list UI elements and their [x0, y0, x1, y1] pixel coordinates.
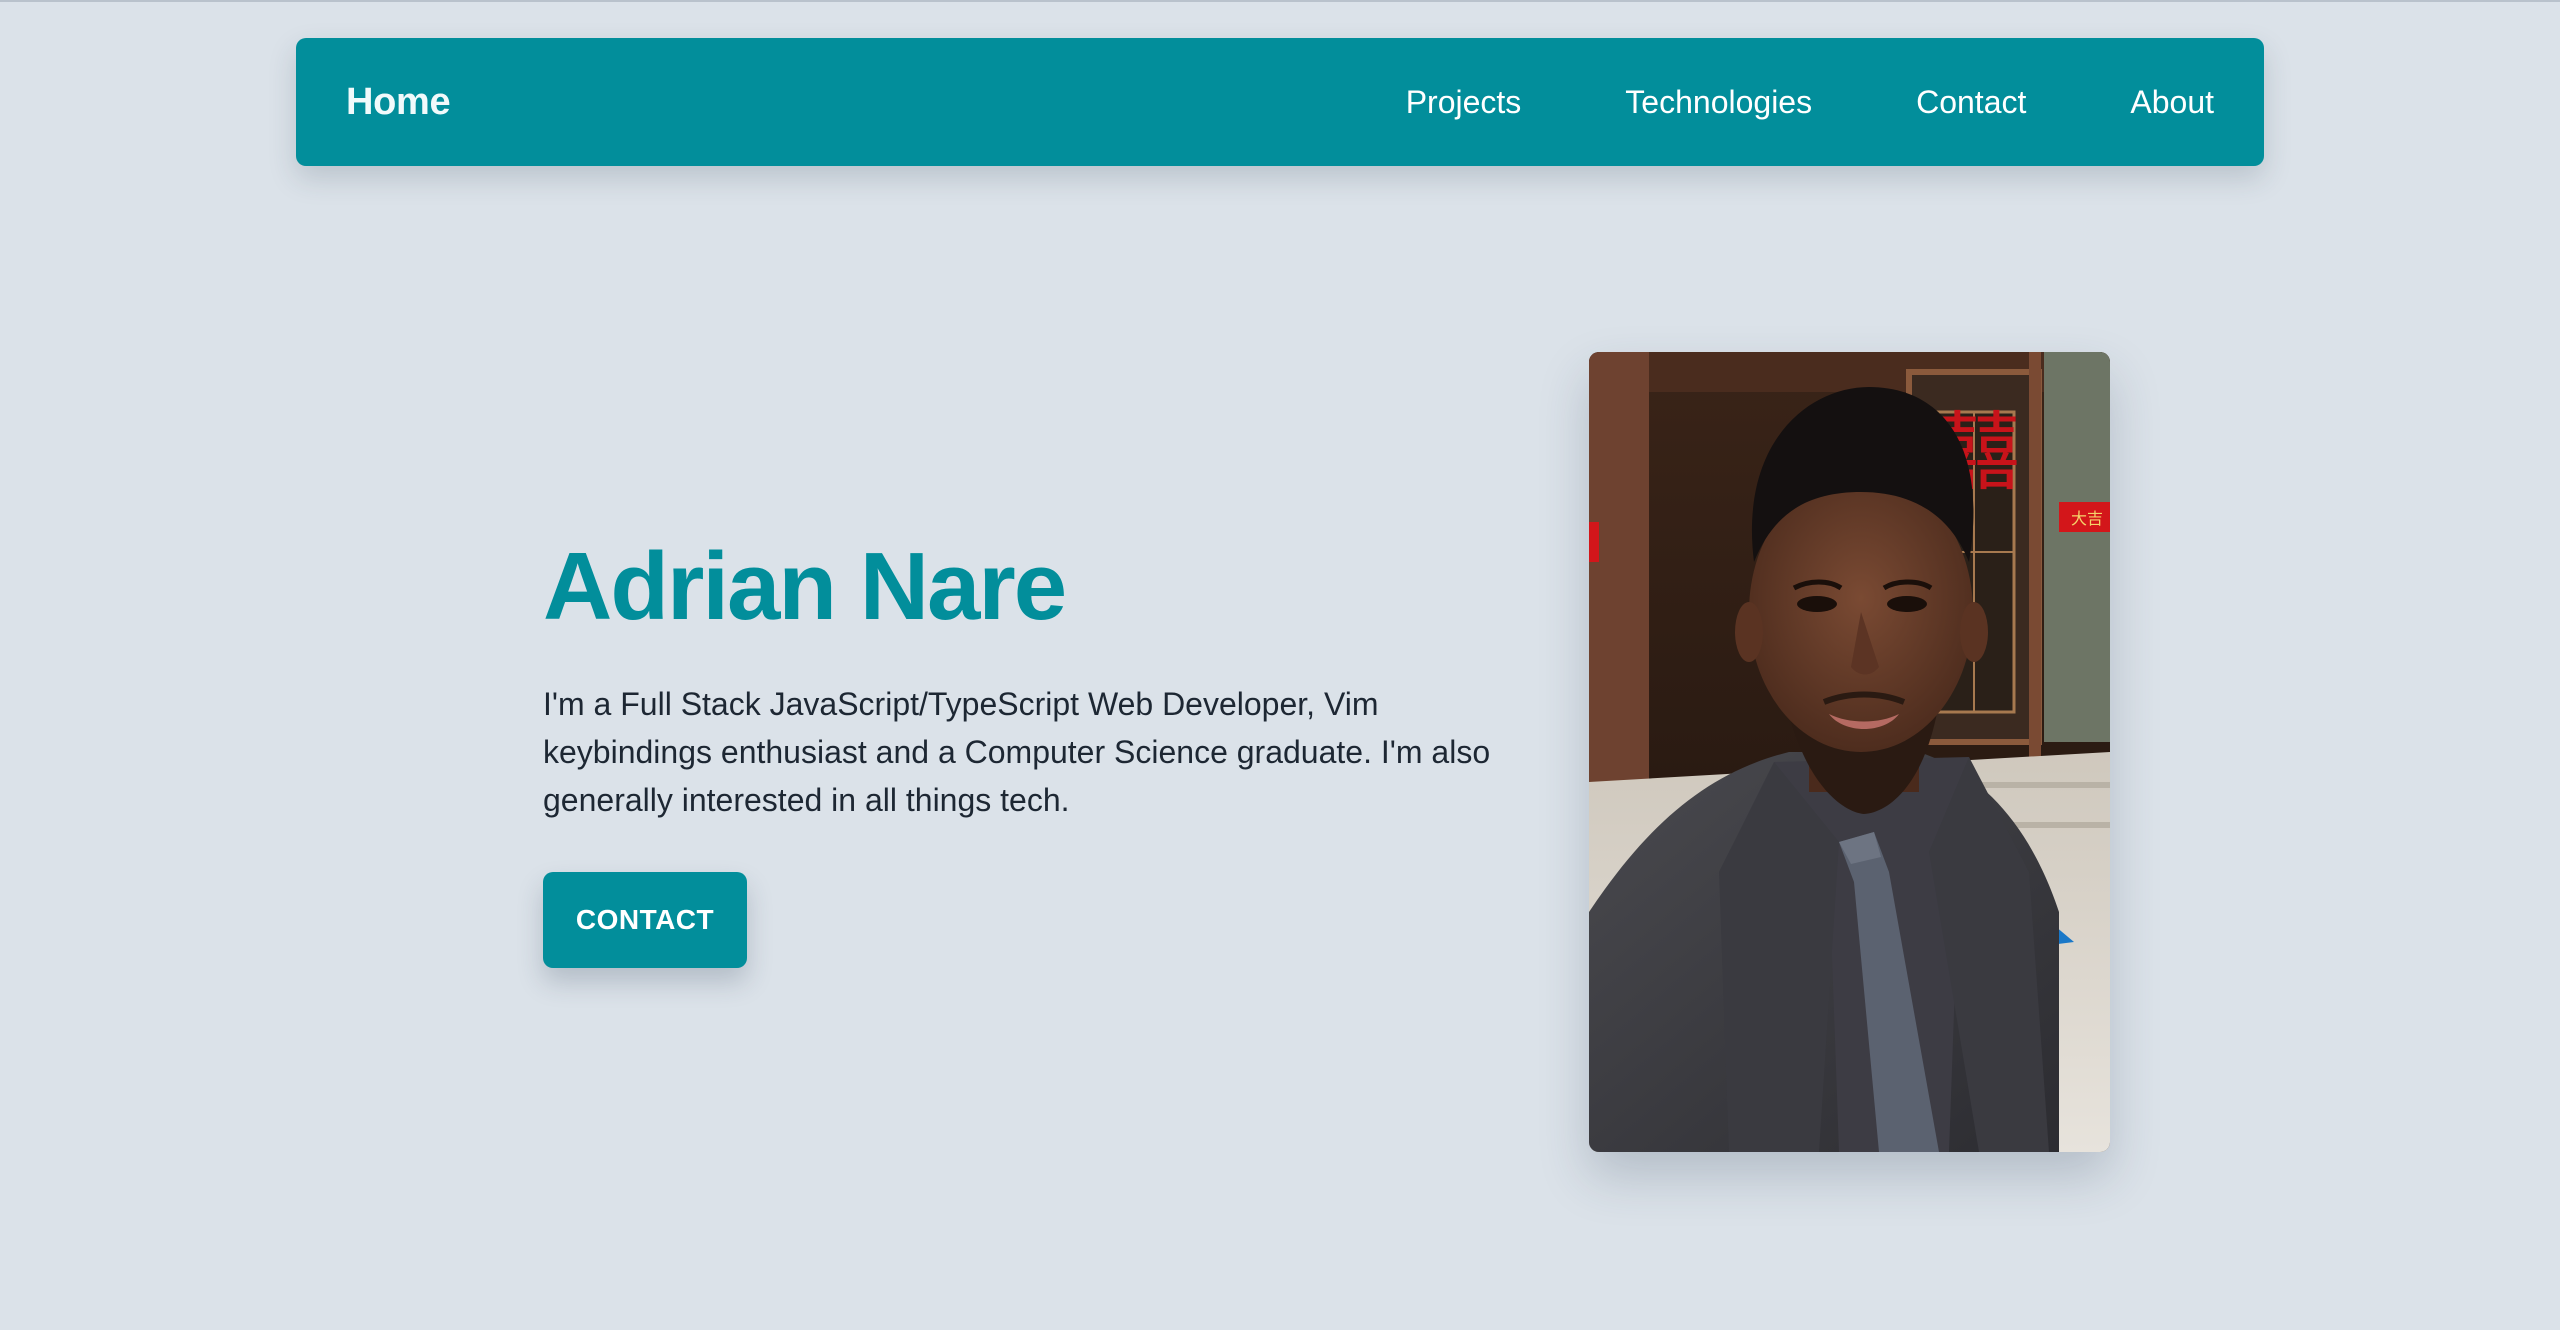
nav-links: Projects Technologies Contact About: [1406, 84, 2214, 121]
nav-link-about[interactable]: About: [2130, 84, 2214, 121]
top-navbar: Home Projects Technologies Contact About: [296, 38, 2264, 166]
contact-button[interactable]: CONTACT: [543, 872, 747, 968]
nav-link-technologies[interactable]: Technologies: [1625, 84, 1812, 121]
svg-text:大吉: 大吉: [2071, 509, 2103, 528]
nav-home-link[interactable]: Home: [346, 81, 451, 124]
nav-link-projects[interactable]: Projects: [1406, 84, 1522, 121]
nav-link-contact[interactable]: Contact: [1916, 84, 2026, 121]
hero-bio: I'm a Full Stack JavaScript/TypeScript W…: [543, 686, 1491, 818]
hero-name: Adrian Nare: [543, 533, 1067, 640]
portrait-photo: 大吉 囍: [1589, 352, 2110, 1152]
